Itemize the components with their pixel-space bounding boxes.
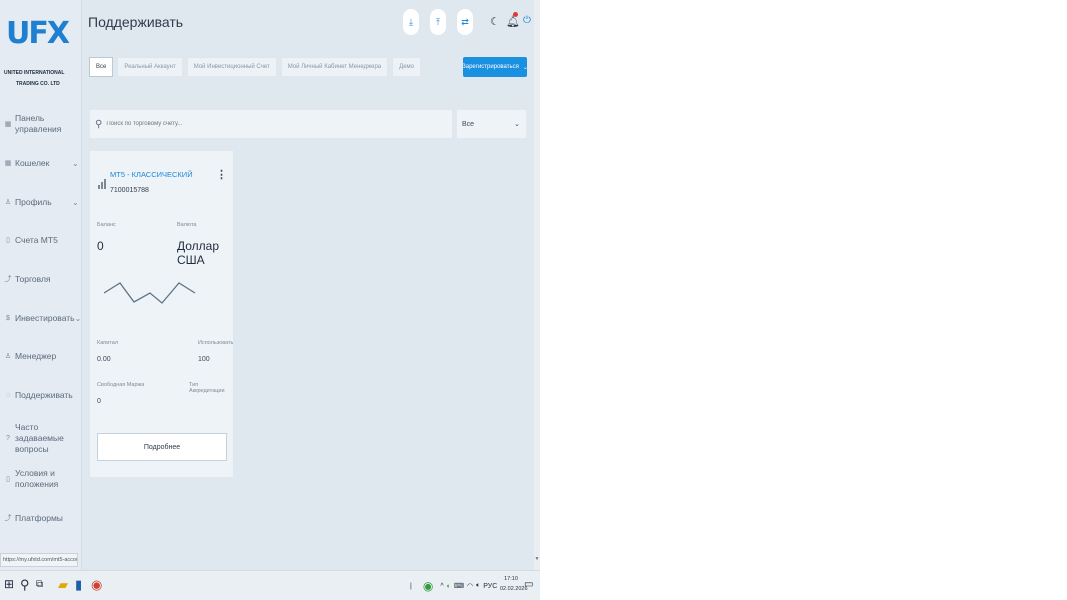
tab-all[interactable]: Все	[89, 57, 114, 77]
status-bar-url: https://my.ufxtd.com/mt5-accounts?tab=1	[0, 553, 78, 567]
system-tray: | ◉ ^ ◐ ⌨ ◠ 🔈︎ РУС	[410, 571, 497, 600]
wifi-icon[interactable]: ◠	[467, 582, 473, 590]
logo-subtitle: UNITED INTERNATIONAL TRADING CO. LTD	[4, 70, 65, 87]
dashboard-icon: ▦	[4, 121, 12, 128]
capital-label: Капитал	[97, 340, 119, 346]
taskbar-app-icon[interactable]: ▮	[75, 577, 82, 593]
download-icon: ⤓	[409, 16, 413, 27]
search-icon: ⚲	[95, 118, 103, 130]
logout-icon[interactable]: ⏻	[523, 15, 531, 26]
details-button[interactable]: Подробнее	[97, 433, 227, 461]
tray-status-icon[interactable]: ◐	[447, 583, 451, 590]
tab-manager-account[interactable]: Мой Личный Кабинет Менеджера	[280, 57, 389, 77]
sidebar-item-platforms[interactable]: ⤴ Платформы	[4, 505, 78, 531]
balance-sparkline	[104, 282, 196, 304]
tray-keyboard-icon[interactable]: ⌨	[454, 582, 464, 590]
currency-label: Валюта	[177, 222, 197, 228]
leverage-value: 100	[198, 356, 210, 363]
notifications-icon[interactable]: ▭	[524, 579, 533, 590]
sidebar-item-manager[interactable]: ♙ Менеджер	[4, 343, 78, 369]
chevron-down-icon: ⌄	[74, 313, 82, 323]
sidebar-item-profile[interactable]: ♙ Профиль ⌄	[4, 189, 79, 215]
free-margin-value: 0	[97, 398, 101, 405]
browser-viewport: UFX UNITED INTERNATIONAL TRADING CO. LTD…	[0, 0, 540, 600]
account-filter-select[interactable]: Все ⌄	[456, 109, 527, 139]
sidebar-item-terms[interactable]: ▯ Условия и положения	[4, 466, 78, 492]
faq-icon: ?	[6, 434, 10, 442]
taskbar-search-icon[interactable]: ⚲	[20, 577, 30, 593]
sidebar-item-support[interactable]: ◌ Поддерживать	[4, 382, 78, 408]
chevron-down-icon: ⌄	[514, 121, 520, 128]
balance-value: 0	[97, 239, 104, 253]
sidebar-item-faq[interactable]: ? Часто задаваемые вопросы	[4, 421, 78, 455]
tray-app-icon[interactable]: ◉	[423, 579, 433, 593]
support-icon: ◌	[5, 391, 11, 399]
logo-mark: UFX	[6, 16, 70, 51]
sidebar: UFX UNITED INTERNATIONAL TRADING CO. LTD…	[0, 0, 82, 570]
account-name[interactable]: MT5 - КЛАССИЧЕСКИЙ	[110, 170, 193, 179]
brand-logo[interactable]: UFX UNITED INTERNATIONAL TRADING CO. LTD	[4, 16, 78, 96]
account-number: 7100015788	[110, 187, 149, 194]
leverage-label: Использовать	[198, 340, 234, 346]
volume-icon[interactable]: 🔈︎	[476, 582, 480, 590]
chrome-browser-icon[interactable]: ◉	[91, 577, 102, 593]
upload-button[interactable]: ⤒	[430, 9, 446, 35]
account-tabs: Все Реальный Аккаунт Мой Инвестиционный …	[89, 57, 422, 77]
show-hidden-icons-icon[interactable]: ^	[440, 583, 443, 590]
platforms-icon: ⤴	[4, 515, 12, 522]
task-view-icon[interactable]: ⧉	[36, 579, 43, 590]
tab-investment-account[interactable]: Мой Инвестиционный Счет	[186, 57, 277, 77]
transfer-icon: ⇄	[461, 16, 469, 27]
chevron-down-icon: ⌄	[522, 64, 528, 71]
language-indicator[interactable]: РУС	[483, 583, 497, 590]
chevron-down-icon: ⌄	[72, 197, 79, 207]
sidebar-item-wallet[interactable]: ▦ Кошелек ⌄	[4, 150, 79, 176]
profile-icon: ♙	[4, 199, 12, 206]
notification-bell-icon[interactable]: 🔔︎	[506, 15, 520, 28]
capital-value: 0.00	[97, 356, 111, 363]
windows-start-icon[interactable]: ⊞	[4, 577, 14, 591]
sidebar-item-mt5-accounts[interactable]: ▯ Счета МТ5	[4, 227, 78, 253]
transfer-button[interactable]: ⇄	[457, 9, 473, 35]
more-options-icon[interactable]: ⋮	[216, 170, 227, 181]
sidebar-item-trading[interactable]: ⤴ Торговля	[4, 266, 78, 292]
page-scrollbar[interactable]: ▼	[534, 0, 540, 570]
tab-real-account[interactable]: Реальный Аккаунт	[117, 57, 183, 77]
clock[interactable]: 17:10 02.02.2026	[500, 574, 528, 594]
currency-value: Доллар США	[177, 239, 220, 267]
page-title: Поддерживать	[88, 14, 184, 30]
accreditation-type-label: Тип Аккредитации	[189, 382, 225, 394]
invest-icon: $	[6, 314, 10, 322]
register-button[interactable]: Зарегистрироваться ⌄	[462, 57, 528, 77]
sidebar-item-invest[interactable]: $ Инвестировать ⌄	[4, 305, 82, 331]
search-bar: ⚲	[89, 109, 453, 139]
tab-demo[interactable]: Демо	[392, 57, 422, 77]
dark-mode-icon[interactable]: ☾	[490, 15, 500, 28]
terms-icon: ▯	[6, 476, 10, 483]
taskbar: ⊞ ⚲ ⧉ ▰ ▮ ◉ | ◉ ^ ◐ ⌨ ◠ 🔈︎ РУС 17:10 02.…	[0, 570, 540, 600]
manager-icon: ♙	[4, 353, 12, 360]
chevron-down-icon: ⌄	[72, 158, 79, 168]
balance-label: Баланс	[97, 222, 116, 228]
notification-badge	[513, 12, 518, 17]
search-input[interactable]	[106, 121, 407, 127]
download-button[interactable]: ⤓	[403, 9, 419, 35]
file-explorer-icon[interactable]: ▰	[58, 577, 68, 593]
accounts-icon: ▯	[6, 237, 10, 244]
upload-icon: ⤒	[436, 16, 440, 27]
signal-icon	[98, 177, 106, 189]
account-card: MT5 - КЛАССИЧЕСКИЙ 7100015788 ⋮ Баланс 0…	[89, 150, 234, 478]
free-margin-label: Свободная Маржа	[97, 382, 145, 388]
wallet-icon: ▦	[4, 160, 12, 167]
trading-icon: ⤴	[4, 276, 12, 283]
tray-separator: |	[410, 582, 412, 590]
sidebar-item-dashboard[interactable]: ▦ Панель управления	[4, 111, 78, 137]
scroll-down-arrow-icon[interactable]: ▼	[534, 556, 540, 562]
